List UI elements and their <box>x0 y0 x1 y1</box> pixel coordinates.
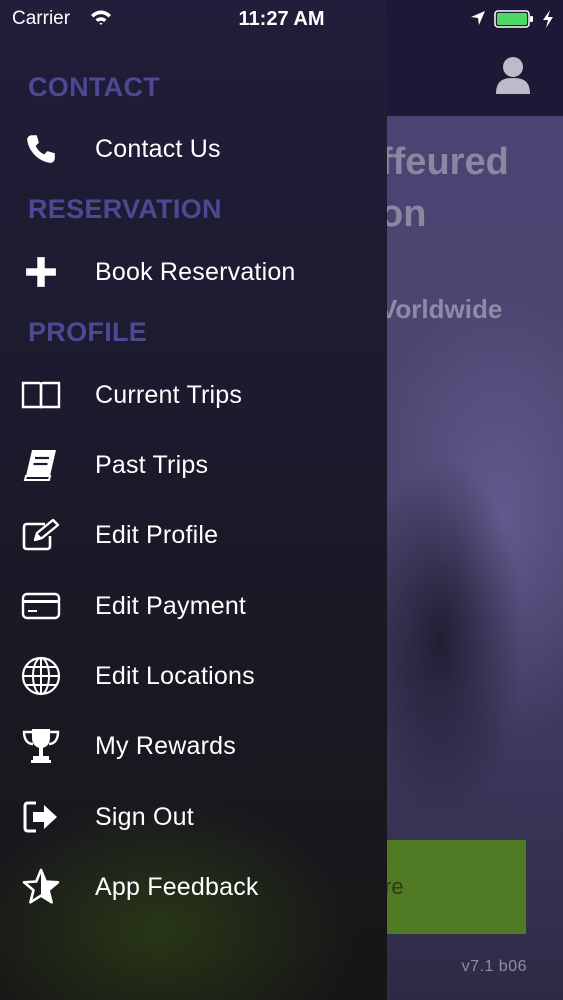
menu-item-label: App Feedback <box>95 872 259 901</box>
globe-icon <box>20 655 62 697</box>
menu-item-label: Book Reservation <box>95 257 296 286</box>
version-label: v7.1 b06 <box>461 958 527 975</box>
menu-item-label: Current Trips <box>95 380 243 409</box>
menu-item-label: Edit Profile <box>95 520 219 549</box>
open-book-icon <box>20 374 62 416</box>
menu-item-label: Sign Out <box>95 802 194 831</box>
menu-item-contact-us[interactable]: Contact Us <box>0 121 387 177</box>
user-profile-icon[interactable] <box>496 56 530 94</box>
plus-icon <box>20 251 62 293</box>
credit-card-icon <box>20 585 62 627</box>
edit-icon <box>20 514 62 556</box>
menu-item-my-rewards[interactable]: My Rewards <box>0 718 387 774</box>
hero-subtitle: Vorldwide <box>380 294 503 324</box>
section-header-contact: CONTACT <box>28 72 161 102</box>
menu-item-book-reservation[interactable]: Book Reservation <box>0 244 387 300</box>
menu-item-edit-locations[interactable]: Edit Locations <box>0 648 387 704</box>
cta-button[interactable]: re <box>378 840 526 934</box>
location-arrow-icon <box>470 10 486 32</box>
charging-bolt-icon <box>542 9 554 35</box>
menu-item-label: Contact Us <box>95 134 221 163</box>
menu-item-label: Edit Locations <box>95 661 255 690</box>
star-icon <box>20 866 62 908</box>
menu-item-label: My Rewards <box>95 731 236 760</box>
menu-item-label: Edit Payment <box>95 591 247 620</box>
menu-item-edit-profile[interactable]: Edit Profile <box>0 507 387 563</box>
side-menu-drawer: CONTACT Contact Us RESERVATION Book Rese… <box>0 0 387 1000</box>
section-header-reservation: RESERVATION <box>28 194 222 224</box>
menu-item-current-trips[interactable]: Current Trips <box>0 367 387 423</box>
closed-book-icon <box>20 444 62 486</box>
menu-item-sign-out[interactable]: Sign Out <box>0 789 387 845</box>
trophy-icon <box>20 725 62 767</box>
menu-item-label: Past Trips <box>95 450 209 479</box>
phone-icon <box>20 128 62 170</box>
section-header-profile: PROFILE <box>28 317 148 347</box>
battery-icon <box>494 10 534 28</box>
sign-out-icon <box>20 796 62 838</box>
menu-item-app-feedback[interactable]: App Feedback <box>0 859 387 915</box>
status-bar: Carrier 11:27 AM <box>0 0 563 40</box>
hero-headline: ffeured on <box>380 141 509 235</box>
menu-item-edit-payment[interactable]: Edit Payment <box>0 578 387 634</box>
menu-item-past-trips[interactable]: Past Trips <box>0 437 387 493</box>
